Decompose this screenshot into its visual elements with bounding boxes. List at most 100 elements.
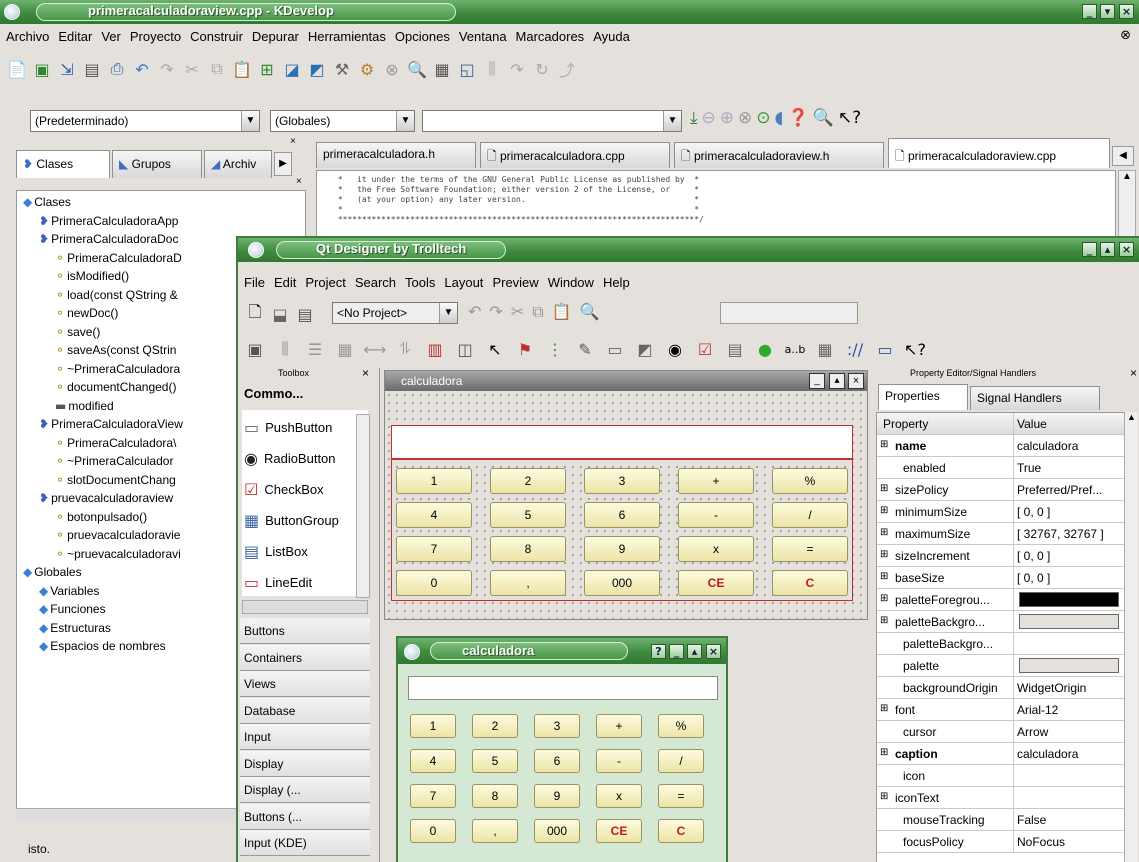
key-form-equals[interactable]: = (772, 536, 848, 562)
property-value[interactable]: calculadora (1017, 747, 1127, 761)
paste-icon[interactable]: 📋 (231, 58, 253, 80)
stop-icon[interactable]: ⊗ (381, 58, 403, 80)
form-display-lineedit[interactable] (391, 425, 853, 459)
tree-item[interactable]: ❥ PrimeraCalculadoraView (39, 417, 183, 431)
tab-signal-handlers[interactable]: Signal Handlers (970, 386, 1100, 410)
copy-icon[interactable]: ⧉ (206, 58, 228, 80)
key-form-x[interactable]: x (678, 536, 754, 562)
category-buttons[interactable]: Buttons (240, 618, 370, 644)
whats-this-icon[interactable]: ↖? (904, 338, 926, 360)
tree-item[interactable]: ◆ Espacios de nombres (39, 639, 166, 653)
debug-icon[interactable]: 🔍 (406, 58, 428, 80)
expand-icon[interactable]: ⊞ (880, 747, 888, 758)
buddy-icon[interactable]: ✎ (574, 338, 596, 360)
save-icon[interactable]: ▤ (294, 303, 316, 325)
cut-icon[interactable]: ✂ (181, 58, 203, 80)
redo-icon[interactable]: ↷ (156, 58, 178, 80)
menu-tools[interactable]: Tools (405, 275, 435, 290)
key-preview-minus[interactable]: - (596, 749, 642, 773)
url-tool-icon[interactable]: :// (844, 338, 866, 360)
key-preview-8[interactable]: 8 (472, 784, 518, 808)
checkbox-tool-icon[interactable]: ☑ (694, 338, 716, 360)
property-value[interactable]: [ 0, 0 ] (1017, 571, 1127, 585)
tab-properties[interactable]: Properties (878, 384, 968, 410)
save-icon[interactable]: ▤ (81, 58, 103, 80)
minimize-button[interactable]: _ (669, 644, 684, 659)
minimize-button[interactable]: _ (1082, 242, 1097, 257)
widget-lineedit[interactable]: ▭ LineEdit (244, 565, 312, 596)
tree-item[interactable]: ⚬ botonpulsado() (55, 510, 147, 524)
category-buttons[interactable]: Buttons (... (240, 803, 370, 830)
tree-item[interactable]: ◆ Estructuras (39, 621, 111, 635)
property-value[interactable]: False (1017, 813, 1127, 827)
tree-item[interactable]: ❥ PrimeraCalculadoraDoc (39, 232, 178, 246)
key-form-5[interactable]: 5 (490, 502, 566, 528)
menu-proyecto[interactable]: Proyecto (130, 29, 181, 44)
menu-depurar[interactable]: Depurar (252, 29, 299, 44)
hsplit-icon[interactable]: ⟷ (364, 338, 387, 360)
menu-edit[interactable]: Edit (274, 275, 296, 290)
groupbox-tool-icon[interactable]: ▤ (724, 338, 746, 360)
category-display[interactable]: Display (... (240, 777, 370, 803)
preview-titlebar[interactable]: calculadora ? _ ▴ × (398, 638, 726, 664)
paste-icon[interactable]: 📋 (552, 302, 572, 322)
config-combo[interactable]: (Predeterminado) ▼ (30, 110, 260, 132)
key-form-percent[interactable]: % (772, 468, 848, 494)
menu-archivo[interactable]: Archivo (6, 29, 49, 44)
key-form-3[interactable]: 3 (584, 468, 660, 494)
adjust-size-icon[interactable]: ◫ (454, 338, 476, 360)
lcd-tool-icon[interactable]: ▭ (874, 338, 896, 360)
property-value[interactable]: Preferred/Pref... (1017, 483, 1127, 497)
property-row-name[interactable]: ⊞ name calculadora (877, 435, 1137, 457)
chevron-down-icon[interactable]: ▼ (439, 303, 457, 323)
radio-tool-icon[interactable]: ◉ (664, 338, 686, 360)
close-button[interactable]: × (1119, 242, 1134, 257)
expand-icon[interactable]: ⊞ (880, 615, 888, 626)
expand-icon[interactable]: ⊞ (880, 483, 888, 494)
step-over-icon[interactable]: ↻ (531, 58, 553, 80)
key-preview-3[interactable]: 3 (534, 714, 580, 738)
open-project-icon[interactable]: ⇲ (56, 58, 78, 80)
property-row-icontext[interactable]: ⊞ iconText (877, 787, 1137, 809)
tab-scroll-right[interactable]: ▶ (274, 152, 292, 176)
key-form-9[interactable]: 9 (584, 536, 660, 562)
tree-item[interactable]: ⚬ save() (55, 325, 100, 339)
expand-icon[interactable]: ⊞ (880, 593, 888, 604)
tree-item[interactable]: ▬ modified (55, 399, 114, 413)
copy-icon[interactable]: ⧉ (532, 302, 543, 322)
tree-item[interactable]: ◆ Variables (39, 584, 99, 598)
vlayout-icon[interactable]: ☰ (304, 338, 326, 360)
expand-icon[interactable]: ⊞ (880, 791, 888, 802)
menu-opciones[interactable]: Opciones (395, 29, 450, 44)
key-preview-plus[interactable]: + (596, 714, 642, 738)
menu-ver[interactable]: Ver (101, 29, 121, 44)
property-row-palette[interactable]: palette (877, 655, 1137, 677)
tab-archivos[interactable]: ◢ Archiv (204, 150, 272, 178)
run-icon[interactable]: ⊙ (756, 108, 770, 128)
key-preview-1[interactable]: 1 (410, 714, 456, 738)
property-row-palettebackgro[interactable]: ⊞ paletteBackgro... (877, 611, 1137, 633)
key-form-2[interactable]: 2 (490, 468, 566, 494)
property-row-enabled[interactable]: enabled True (877, 457, 1137, 479)
key-form-7[interactable]: 7 (396, 536, 472, 562)
expand-icon[interactable]: ⊞ (880, 549, 888, 560)
pointer-icon[interactable]: ↖ (484, 338, 506, 360)
hlayout-icon[interactable]: ⫼ (274, 338, 296, 360)
form-titlebar[interactable]: calculadora (385, 371, 867, 391)
property-row-font[interactable]: ⊞ font Arial-12 (877, 699, 1137, 721)
widget-list-vscroll[interactable] (356, 414, 370, 598)
widget-listbox[interactable]: ▤ ListBox (244, 534, 308, 568)
key-form-0[interactable]: 0 (396, 570, 472, 596)
editor-panel-close[interactable]: × (296, 176, 302, 187)
key-preview-000[interactable]: 000 (534, 819, 580, 843)
step-out-icon[interactable]: ⤴ (556, 58, 578, 80)
expand-icon[interactable]: ⊞ (880, 703, 888, 714)
tree-item[interactable]: ⚬ saveAs(const QStrin (55, 343, 176, 357)
menu-search[interactable]: Search (355, 275, 396, 290)
key-preview-4[interactable]: 4 (410, 749, 456, 773)
key-preview-ce[interactable]: CE (596, 819, 642, 843)
property-row-mousetracking[interactable]: mouseTracking False (877, 809, 1137, 831)
menu-construir[interactable]: Construir (190, 29, 243, 44)
tree-item[interactable]: ⚬ documentChanged() (55, 380, 176, 394)
widget-pushbutton[interactable]: ▭ PushButton (244, 410, 332, 444)
